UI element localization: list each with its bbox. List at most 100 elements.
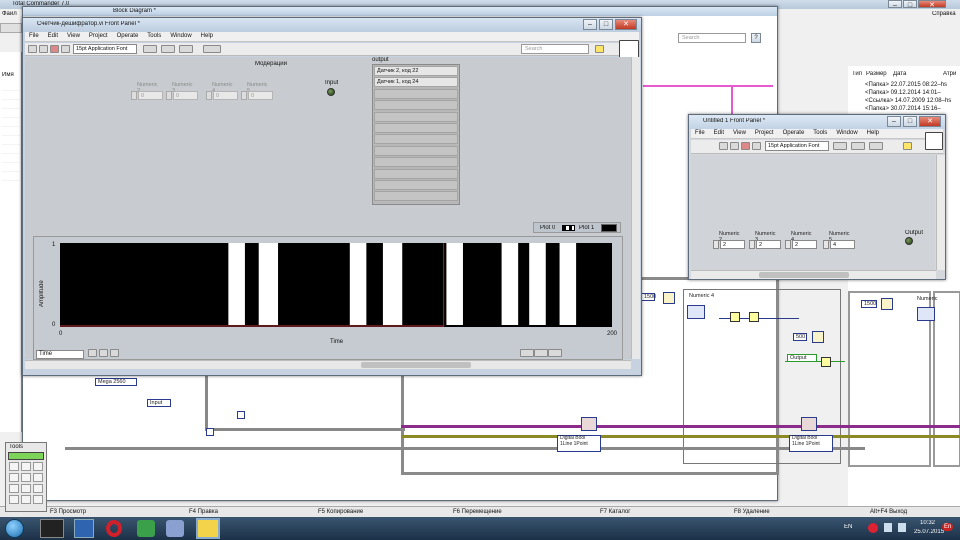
menu-file[interactable]: File — [691, 129, 710, 136]
position-tool-icon[interactable] — [21, 462, 31, 471]
output-list-item[interactable] — [374, 88, 458, 99]
input-ring-constant[interactable]: Input — [147, 399, 171, 407]
menu-help[interactable]: Help — [863, 129, 884, 136]
digital-bool-selector[interactable]: Digital Bool 1Line 1Point — [557, 435, 601, 452]
f7-mkdir-button[interactable]: F7 Каталог — [600, 509, 630, 515]
u1-maximize-button[interactable]: □ — [903, 116, 917, 127]
language-badge[interactable]: En — [942, 523, 954, 531]
shortcut-menu-tool-icon[interactable] — [21, 473, 31, 482]
resize-objects-icon[interactable] — [179, 45, 193, 53]
fp-scrollbar-horizontal[interactable] — [25, 360, 631, 369]
f6-move-button[interactable]: F6 Перемещение — [453, 509, 502, 515]
output-list-item[interactable] — [374, 100, 458, 111]
tc-file-row[interactable]: <Ссылка> 14.07.2009 12:08–hs — [865, 98, 951, 104]
output-listbox[interactable]: Датчик 2, код 22 Датчик 1, код 24 — [372, 64, 460, 205]
label-tool-icon[interactable] — [33, 462, 43, 471]
reorder-icon[interactable] — [203, 45, 221, 53]
menu-tools[interactable]: Tools — [143, 32, 166, 39]
u1-help-icon[interactable] — [903, 142, 912, 150]
run-arrow-icon[interactable] — [28, 45, 37, 53]
auto-tool-selector[interactable] — [8, 452, 44, 460]
u1-scrollbar-vertical[interactable] — [936, 155, 945, 270]
mega-ring-constant[interactable]: Mega 2560 — [95, 378, 137, 386]
graph-hand-icon[interactable] — [548, 349, 562, 357]
menu-operate[interactable]: Operate — [779, 129, 810, 136]
menu-operate[interactable]: Operate — [113, 32, 144, 39]
output-list-item[interactable] — [374, 168, 458, 179]
menu-help[interactable]: Help — [197, 32, 218, 39]
menu-window[interactable]: Window — [166, 32, 196, 39]
font-select[interactable]: 15pt Application Font — [765, 141, 829, 151]
extra-tool-icon[interactable] — [21, 495, 31, 504]
labview-taskbar-icon[interactable] — [40, 519, 64, 538]
output-list-item[interactable] — [374, 111, 458, 122]
color-copy-tool-icon[interactable] — [33, 484, 43, 493]
tc-file-menu[interactable]: Файл — [2, 11, 17, 17]
cursor-tool-icon[interactable] — [88, 349, 97, 357]
breakpoint-tool-icon[interactable] — [9, 484, 19, 493]
scroll-tool-icon[interactable] — [33, 473, 43, 482]
font-select[interactable]: 15pt Application Font — [73, 44, 137, 54]
fp-scroll-thumb[interactable] — [361, 362, 471, 368]
graph-zoom-icon[interactable] — [534, 349, 548, 357]
u1-scrollbar-horizontal[interactable] — [691, 270, 936, 279]
fp-help-icon[interactable] — [595, 45, 604, 53]
pan-tool-icon[interactable] — [110, 349, 119, 357]
menu-window[interactable]: Window — [832, 129, 862, 136]
menu-edit[interactable]: Edit — [710, 129, 729, 136]
bd-search-input[interactable]: Search — [678, 33, 746, 43]
output-list-item[interactable]: Датчик 2, код 22 — [374, 66, 458, 76]
labview-active-taskbar-icon[interactable] — [196, 518, 220, 539]
output-list-item[interactable]: Датчик 1, код 24 — [374, 77, 458, 88]
start-button[interactable] — [5, 519, 24, 538]
virtualbox-taskbar-icon[interactable] — [166, 520, 184, 537]
coloring-tool-icon[interactable] — [9, 495, 19, 504]
output-list-item[interactable] — [374, 134, 458, 145]
abort-icon[interactable] — [50, 45, 59, 53]
language-indicator[interactable]: EN — [844, 524, 852, 530]
distribute-objects-icon[interactable] — [161, 45, 175, 53]
zoom-tool-icon[interactable] — [99, 349, 108, 357]
menu-view[interactable]: View — [63, 32, 85, 39]
abort-icon[interactable] — [741, 142, 750, 150]
run-continuously-icon[interactable] — [39, 45, 48, 53]
u1-close-button[interactable]: ✕ — [919, 116, 941, 127]
pause-icon[interactable] — [61, 45, 70, 53]
fp-search-input[interactable]: Search — [521, 44, 589, 54]
menu-project[interactable]: Project — [751, 129, 779, 136]
tc-minimize-button[interactable]: – — [888, 0, 902, 9]
run-continuously-icon[interactable] — [730, 142, 739, 150]
tc-help-menu[interactable]: Справка — [932, 11, 956, 17]
menu-file[interactable]: File — [25, 32, 44, 39]
menu-tools[interactable]: Tools — [809, 129, 832, 136]
bd-help-icon[interactable]: ? — [751, 33, 761, 43]
const-1500[interactable]: 1500 — [861, 300, 877, 308]
fp-close-button[interactable]: ✕ — [615, 19, 637, 30]
numeric-terminal[interactable] — [917, 307, 935, 321]
distribute-objects-icon[interactable] — [851, 142, 865, 150]
extra2-tool-icon[interactable] — [33, 495, 43, 504]
clock-date[interactable]: 25.07.2015 — [914, 529, 944, 535]
plot-legend[interactable]: Plot 0 Plot 1 — [533, 222, 621, 233]
menu-edit[interactable]: Edit — [44, 32, 63, 39]
output-list-item[interactable] — [374, 122, 458, 133]
wiring-tool-icon[interactable] — [9, 473, 19, 482]
save-disk-taskbar-icon[interactable] — [74, 519, 94, 538]
f4-edit-button[interactable]: F4 Правка — [189, 509, 218, 515]
numeric4-terminal[interactable] — [687, 305, 705, 319]
const-500[interactable]: 500 — [793, 333, 807, 341]
altf4-exit-button[interactable]: Alt+F4 Выход — [870, 509, 907, 515]
tc-file-row[interactable]: <Папка> 09.12.2014 14:01– — [865, 90, 941, 96]
graph-palette-icon[interactable] — [520, 349, 534, 357]
pause-icon[interactable] — [752, 142, 761, 150]
tc-drive-bar[interactable] — [0, 23, 22, 33]
clock-time[interactable]: 10:32 — [920, 520, 935, 526]
tc-file-row[interactable]: <Папка> 22.07.2015 08:22–hs — [865, 82, 947, 88]
fp-minimize-button[interactable]: – — [583, 19, 597, 30]
output-list-item[interactable] — [374, 179, 458, 190]
fp-scrollbar-vertical[interactable] — [631, 57, 640, 359]
opera-taskbar-icon[interactable] — [106, 520, 122, 537]
u1-scroll-thumb[interactable] — [759, 272, 849, 278]
output-list-item[interactable] — [374, 191, 458, 202]
f3-view-button[interactable]: F3 Просмотр — [50, 509, 86, 515]
